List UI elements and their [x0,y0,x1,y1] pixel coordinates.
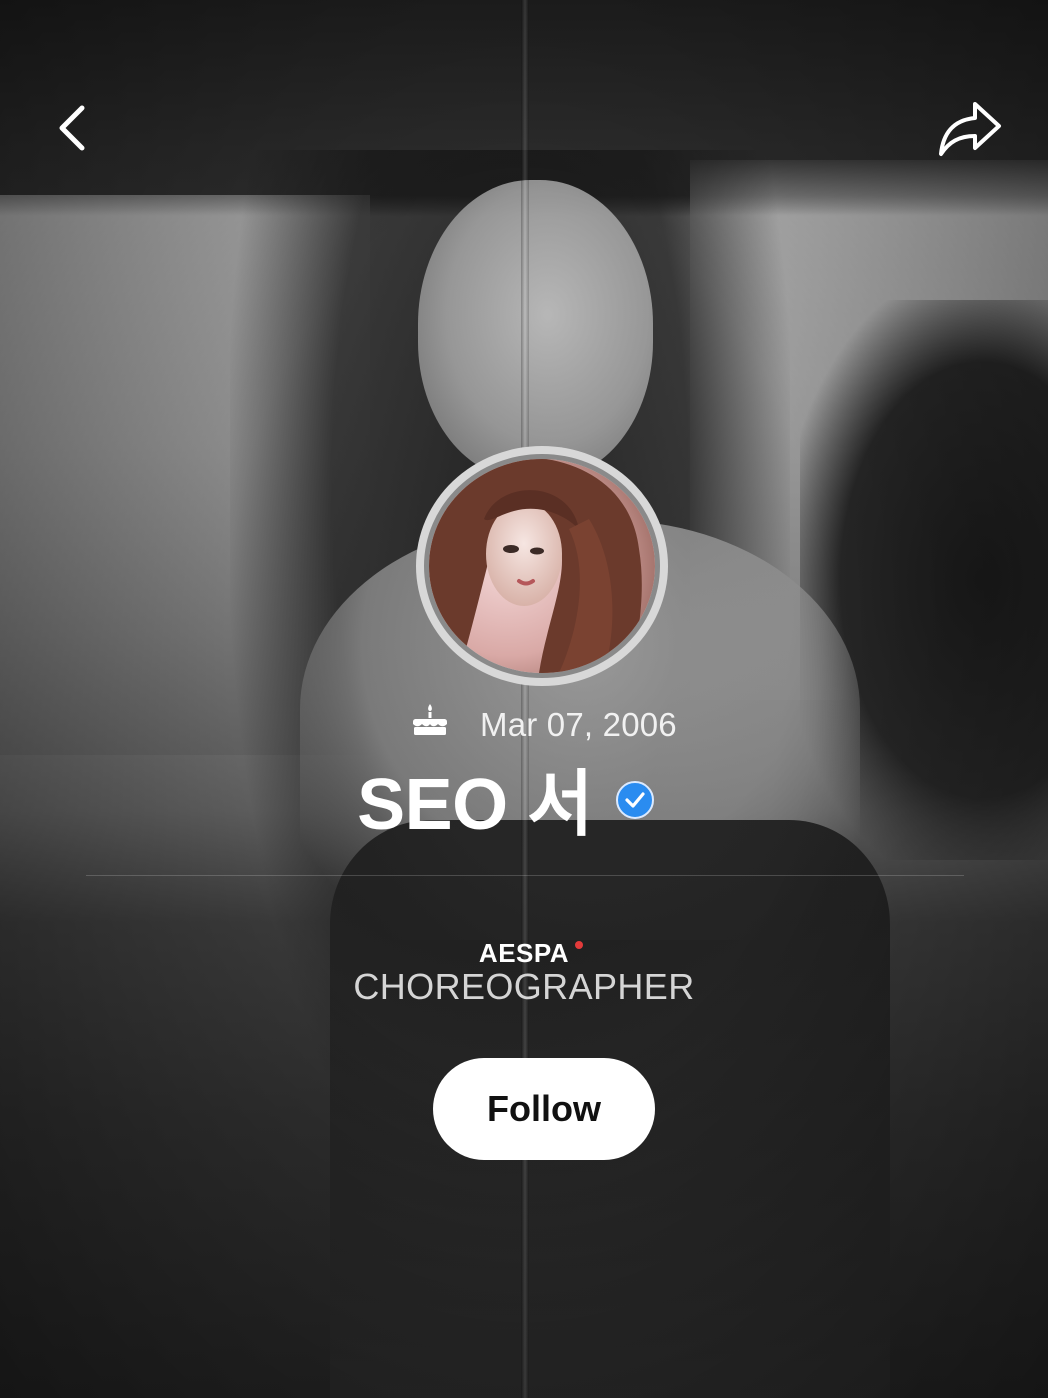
group-row: AESPA [0,938,1048,969]
status-dot [575,941,584,949]
share-button[interactable] [934,92,1006,164]
avatar[interactable] [416,446,668,686]
group-name: AESPA [478,938,570,968]
chevron-left-icon [59,105,85,151]
follow-button[interactable]: Follow [433,1058,655,1160]
role-label: CHOREOGRAPHER [353,966,695,1007]
birthday-text: Mar 07, 2006 [480,706,677,743]
birthday-row: Mar 07, 2006 [404,700,704,748]
share-arrow-icon [939,102,1001,156]
back-button[interactable] [36,92,108,164]
verified-badge-icon [615,781,654,819]
divider [86,875,964,876]
name-row: SEO 서 [0,752,1048,845]
avatar-photo [429,459,655,673]
background-photo [0,0,1048,1398]
role-row: CHOREOGRAPHER [0,966,1048,1008]
birthday-cake-icon [413,704,447,735]
profile-name: SEO 서 [357,764,593,845]
group-label[interactable]: AESPA [478,938,584,969]
profile-screen: Mar 07, 2006 SEO 서 AESPA CHOREOGRAPHER F… [0,0,1048,1398]
